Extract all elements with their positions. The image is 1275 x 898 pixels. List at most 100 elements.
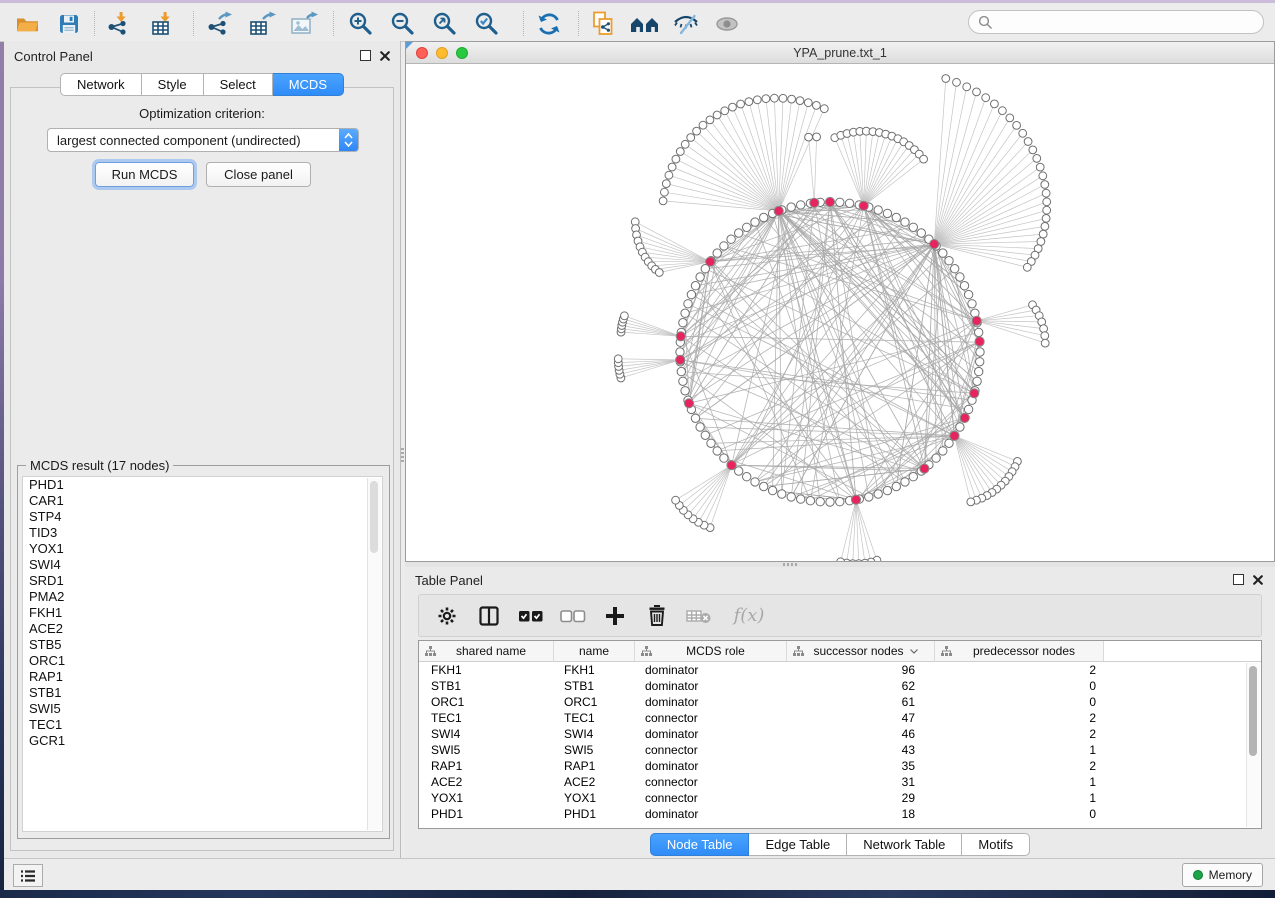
mcds-result-item[interactable]: CAR1 (23, 493, 382, 509)
zoom-in-icon[interactable] (346, 10, 376, 38)
zoom-out-icon[interactable] (388, 10, 418, 38)
cell-name: ORC1 (554, 695, 635, 709)
import-network-icon[interactable] (104, 10, 134, 38)
tab-motifs[interactable]: Motifs (962, 833, 1030, 856)
table-row[interactable]: SWI5SWI5connector431 (419, 742, 1261, 758)
cell-successor-nodes: 29 (787, 791, 935, 805)
memory-button[interactable]: Memory (1182, 863, 1263, 887)
network-graph[interactable] (406, 64, 1274, 561)
cell-successor-nodes: 31 (787, 775, 935, 789)
node-table[interactable]: shared namenameMCDS rolesuccessor nodesp… (418, 640, 1262, 829)
save-session-icon[interactable] (54, 10, 84, 38)
open-session-icon[interactable] (12, 10, 42, 38)
column-header-name[interactable]: name (554, 641, 635, 662)
apply-layout-icon[interactable] (534, 10, 564, 38)
cell-predecessor-nodes: 2 (935, 711, 1104, 725)
float-panel-icon[interactable] (360, 50, 371, 61)
table-panel-tabs: Node TableEdge TableNetwork TableMotifs (405, 833, 1275, 856)
close-panel-button[interactable]: Close panel (206, 162, 311, 187)
tab-style[interactable]: Style (142, 73, 204, 96)
cell-shared-name: RAP1 (419, 759, 554, 773)
memory-label: Memory (1209, 868, 1252, 882)
table-row[interactable]: PHD1PHD1dominator180 (419, 806, 1261, 822)
export-image-icon[interactable] (289, 10, 319, 38)
mcds-result-item[interactable]: GCR1 (23, 733, 382, 749)
mcds-result-item[interactable]: TID3 (23, 525, 382, 541)
tab-node-table[interactable]: Node Table (650, 833, 750, 856)
table-row[interactable]: TEC1TEC1connector472 (419, 710, 1261, 726)
mcds-result-item[interactable]: ACE2 (23, 621, 382, 637)
delete-column-icon[interactable] (643, 603, 671, 629)
zoom-fit-icon[interactable] (430, 10, 460, 38)
cell-shared-name: PHD1 (419, 807, 554, 821)
mcds-result-item[interactable]: STB1 (23, 685, 382, 701)
deselect-all-icon[interactable] (559, 603, 587, 629)
tab-select[interactable]: Select (204, 73, 273, 96)
table-toolbar: f(x) (418, 594, 1262, 637)
mcds-result-item[interactable]: FKH1 (23, 605, 382, 621)
table-panel: Table Panel f(x) shared namenameMCDS rol… (405, 567, 1275, 858)
mcds-list-scrollbar[interactable] (367, 478, 381, 830)
table-row[interactable]: RAP1RAP1dominator352 (419, 758, 1261, 774)
column-header-predecessor-nodes[interactable]: predecessor nodes (935, 641, 1104, 662)
table-row[interactable]: FKH1FKH1dominator962 (419, 662, 1261, 678)
column-header-shared-name[interactable]: shared name (419, 641, 554, 662)
cell-shared-name: SWI4 (419, 727, 554, 741)
mcds-result-list[interactable]: PHD1CAR1STP4TID3YOX1SWI4SRD1PMA2FKH1ACE2… (22, 476, 383, 832)
export-table-icon[interactable] (247, 10, 277, 38)
optimization-criterion-label: Optimization criterion: (11, 106, 393, 121)
table-settings-icon[interactable] (433, 603, 461, 629)
tab-network[interactable]: Network (60, 73, 142, 96)
table-row[interactable]: YOX1YOX1connector291 (419, 790, 1261, 806)
run-mcds-button[interactable]: Run MCDS (95, 162, 194, 187)
first-neighbors-icon[interactable] (630, 10, 660, 38)
hide-selected-icon[interactable] (671, 10, 701, 38)
table-row[interactable]: ORC1ORC1dominator610 (419, 694, 1261, 710)
mcds-result-item[interactable]: PMA2 (23, 589, 382, 605)
table-scrollbar[interactable] (1246, 663, 1260, 827)
mcds-result-item[interactable]: PHD1 (23, 477, 382, 493)
function-builder-icon[interactable]: f(x) (734, 605, 765, 626)
close-table-panel-icon[interactable] (1253, 575, 1263, 585)
cell-MCDS-role: connector (635, 743, 787, 757)
add-column-icon[interactable] (601, 603, 629, 629)
zoom-selected-icon[interactable] (472, 10, 502, 38)
cell-MCDS-role: dominator (635, 727, 787, 741)
table-row[interactable]: ACE2ACE2connector311 (419, 774, 1261, 790)
show-panels-button[interactable] (13, 864, 43, 887)
vertical-splitter-grip[interactable] (401, 448, 404, 462)
search-input[interactable] (968, 10, 1264, 34)
network-canvas[interactable] (406, 64, 1274, 561)
new-network-from-selection-icon[interactable] (588, 10, 618, 38)
close-panel-icon[interactable] (380, 51, 390, 61)
table-row[interactable]: STB1STB1dominator620 (419, 678, 1261, 694)
mcds-result-item[interactable]: YOX1 (23, 541, 382, 557)
float-table-panel-icon[interactable] (1233, 574, 1244, 585)
import-table-icon[interactable] (148, 10, 178, 38)
cell-name: SWI4 (554, 727, 635, 741)
mcds-result-item[interactable]: TEC1 (23, 717, 382, 733)
column-type-icon (941, 646, 952, 657)
column-header-MCDS-role[interactable]: MCDS role (635, 641, 787, 662)
mcds-result-item[interactable]: SWI4 (23, 557, 382, 573)
criterion-select[interactable]: largest connected component (undirected) (47, 128, 359, 152)
clear-table-icon[interactable] (685, 603, 713, 629)
mcds-result-item[interactable]: STB5 (23, 637, 382, 653)
network-titlebar[interactable]: YPA_prune.txt_1 (406, 42, 1274, 64)
criterion-value: largest connected component (undirected) (48, 133, 339, 148)
tab-network-table[interactable]: Network Table (847, 833, 962, 856)
select-all-icon[interactable] (517, 603, 545, 629)
column-header-successor-nodes[interactable]: successor nodes (787, 641, 935, 662)
show-all-icon[interactable] (712, 10, 742, 38)
mcds-result-item[interactable]: SRD1 (23, 573, 382, 589)
tab-edge-table[interactable]: Edge Table (749, 833, 847, 856)
export-network-icon[interactable] (204, 10, 234, 38)
mcds-result-item[interactable]: SWI5 (23, 701, 382, 717)
mcds-result-item[interactable]: RAP1 (23, 669, 382, 685)
cell-MCDS-role: dominator (635, 679, 787, 693)
table-row[interactable]: SWI4SWI4dominator462 (419, 726, 1261, 742)
column-layout-icon[interactable] (475, 603, 503, 629)
mcds-result-item[interactable]: STP4 (23, 509, 382, 525)
mcds-result-item[interactable]: ORC1 (23, 653, 382, 669)
tab-mcds[interactable]: MCDS (273, 73, 344, 96)
